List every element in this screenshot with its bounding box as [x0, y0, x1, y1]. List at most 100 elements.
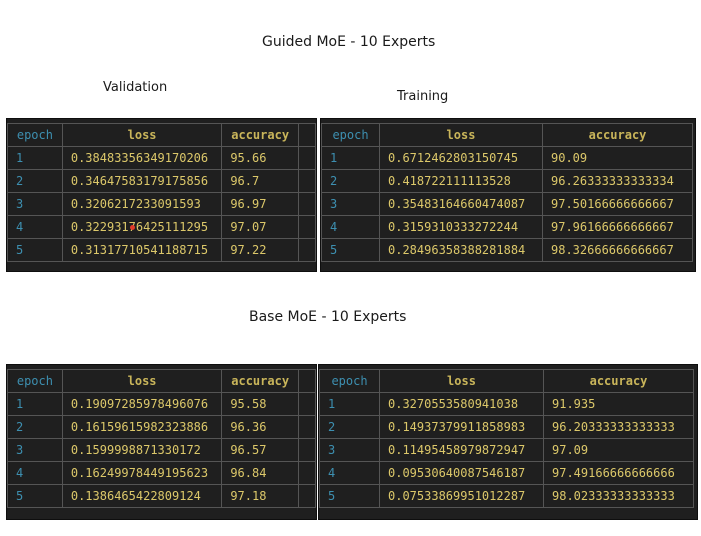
table-row: 1 0.19097285978496076 95.58 [7, 392, 316, 416]
epoch-cell: 5 [321, 238, 380, 262]
epoch-cell: 4 [319, 461, 380, 485]
extra-column-cell [297, 169, 316, 193]
epoch-cell: 4 [321, 215, 380, 239]
accuracy-cell: 97.50166666666667 [542, 192, 693, 216]
epoch-cell: 2 [319, 415, 380, 439]
accuracy-header: accuracy [542, 123, 693, 147]
loss-header: loss [61, 369, 223, 393]
accuracy-cell: 97.22 [221, 238, 299, 262]
accuracy-cell: 98.32666666666667 [542, 238, 693, 262]
table-row: 5 0.31317710541188715 97.22 [7, 238, 316, 262]
extra-column-cell [297, 484, 316, 508]
table-row: 5 0.07533869951012287 98.02333333333333 [319, 484, 694, 508]
epoch-cell: 3 [321, 192, 380, 216]
loss-cell: 0.35483164660474087 [379, 192, 543, 216]
base-validation-table: epoch loss accuracy 1 0.19097285978496076… [7, 369, 316, 508]
accuracy-cell: 97.07 [221, 215, 299, 239]
table-row: 4 0.16249978449195623 96.84 [7, 461, 316, 485]
accuracy-cell: 96.36 [221, 415, 299, 439]
table-row: 2 0.34647583179175856 96.7 [7, 169, 316, 193]
loss-cell: 0.34647583179175856 [61, 169, 223, 193]
accuracy-cell: 96.7 [221, 169, 299, 193]
loss-cell: 0.38483356349170206 [61, 146, 223, 170]
loss-cell: 0.31317710541188715 [61, 238, 223, 262]
guided-moe-title: Guided MoE - 10 Experts [262, 34, 436, 50]
accuracy-cell: 95.66 [221, 146, 299, 170]
accuracy-cell: 96.26333333333334 [542, 169, 693, 193]
red-annotation-dot [130, 225, 135, 230]
epoch-cell: 5 [7, 238, 63, 262]
training-label: Training [397, 89, 449, 104]
table-header-row: epoch loss accuracy [319, 369, 694, 393]
loss-cell: 0.07533869951012287 [379, 484, 544, 508]
base-validation-panel: epoch loss accuracy 1 0.19097285978496076… [6, 364, 317, 520]
extra-column-cell [297, 146, 316, 170]
epoch-header: epoch [321, 123, 380, 147]
guided-validation-table: epoch loss accuracy 1 0.38483356349170206… [7, 123, 316, 262]
loss-cell: 0.19097285978496076 [61, 392, 223, 416]
accuracy-cell: 97.09 [543, 438, 694, 462]
accuracy-cell: 97.49166666666666 [543, 461, 694, 485]
table-row: 5 0.1386465422809124 97.18 [7, 484, 316, 508]
extra-column-cell [297, 392, 316, 416]
loss-cell: 0.11495458979872947 [379, 438, 544, 462]
accuracy-cell: 97.96166666666667 [542, 215, 693, 239]
loss-cell: 0.09530640087546187 [379, 461, 544, 485]
loss-header: loss [61, 123, 223, 147]
loss-cell: 0.1386465422809124 [61, 484, 223, 508]
accuracy-cell: 97.18 [221, 484, 299, 508]
accuracy-cell: 96.57 [221, 438, 299, 462]
accuracy-cell: 96.20333333333333 [543, 415, 694, 439]
accuracy-header: accuracy [221, 369, 299, 393]
accuracy-cell: 95.58 [221, 392, 299, 416]
epoch-cell: 2 [7, 415, 63, 439]
epoch-cell: 4 [7, 461, 63, 485]
table-row: 3 0.3206217233091593 96.97 [7, 192, 316, 216]
epoch-cell: 3 [7, 192, 63, 216]
loss-cell: 0.32293176425111295 [61, 215, 223, 239]
loss-cell: 0.16159615982323886 [61, 415, 223, 439]
extra-column-cell [297, 438, 316, 462]
loss-cell: 0.14937379911858983 [379, 415, 544, 439]
extra-column-cell [297, 461, 316, 485]
epoch-cell: 5 [7, 484, 63, 508]
epoch-cell: 1 [7, 146, 63, 170]
extra-column-header [297, 123, 316, 147]
validation-label: Validation [103, 80, 168, 95]
loss-cell: 0.3206217233091593 [61, 192, 223, 216]
epoch-header: epoch [7, 123, 63, 147]
epoch-cell: 3 [7, 438, 63, 462]
accuracy-cell: 96.84 [221, 461, 299, 485]
guided-validation-panel: epoch loss accuracy 1 0.38483356349170206… [6, 118, 317, 272]
guided-training-table: epoch loss accuracy 1 0.6712462803150745 9… [321, 123, 693, 262]
accuracy-cell: 91.935 [543, 392, 694, 416]
accuracy-header: accuracy [543, 369, 694, 393]
table-row: 2 0.16159615982323886 96.36 [7, 415, 316, 439]
loss-cell: 0.1599998871330172 [61, 438, 223, 462]
table-row: 1 0.3270553580941038 91.935 [319, 392, 694, 416]
table-row: 2 0.14937379911858983 96.20333333333333 [319, 415, 694, 439]
extra-column-cell [297, 238, 316, 262]
epoch-cell: 2 [7, 169, 63, 193]
table-row: 3 0.1599998871330172 96.57 [7, 438, 316, 462]
table-row: 5 0.28496358388281884 98.32666666666667 [321, 238, 693, 262]
loss-cell: 0.6712462803150745 [379, 146, 543, 170]
table-header-row: epoch loss accuracy [7, 123, 316, 147]
table-header-row: epoch loss accuracy [7, 369, 316, 393]
accuracy-cell: 96.97 [221, 192, 299, 216]
accuracy-cell: 98.02333333333333 [543, 484, 694, 508]
epoch-cell: 1 [321, 146, 380, 170]
table-row: 3 0.35483164660474087 97.50166666666667 [321, 192, 693, 216]
extra-column-header [297, 369, 316, 393]
epoch-cell: 1 [7, 392, 63, 416]
loss-cell: 0.418722111113528 [379, 169, 543, 193]
guided-training-panel: epoch loss accuracy 1 0.6712462803150745 9… [320, 118, 696, 272]
epoch-cell: 5 [319, 484, 380, 508]
accuracy-header: accuracy [221, 123, 299, 147]
base-training-table: epoch loss accuracy 1 0.3270553580941038 9… [319, 369, 694, 508]
loss-cell: 0.28496358388281884 [379, 238, 543, 262]
table-row: 4 0.09530640087546187 97.49166666666666 [319, 461, 694, 485]
loss-cell: 0.3270553580941038 [379, 392, 544, 416]
base-moe-title: Base MoE - 10 Experts [249, 309, 407, 325]
loss-cell: 0.16249978449195623 [61, 461, 223, 485]
